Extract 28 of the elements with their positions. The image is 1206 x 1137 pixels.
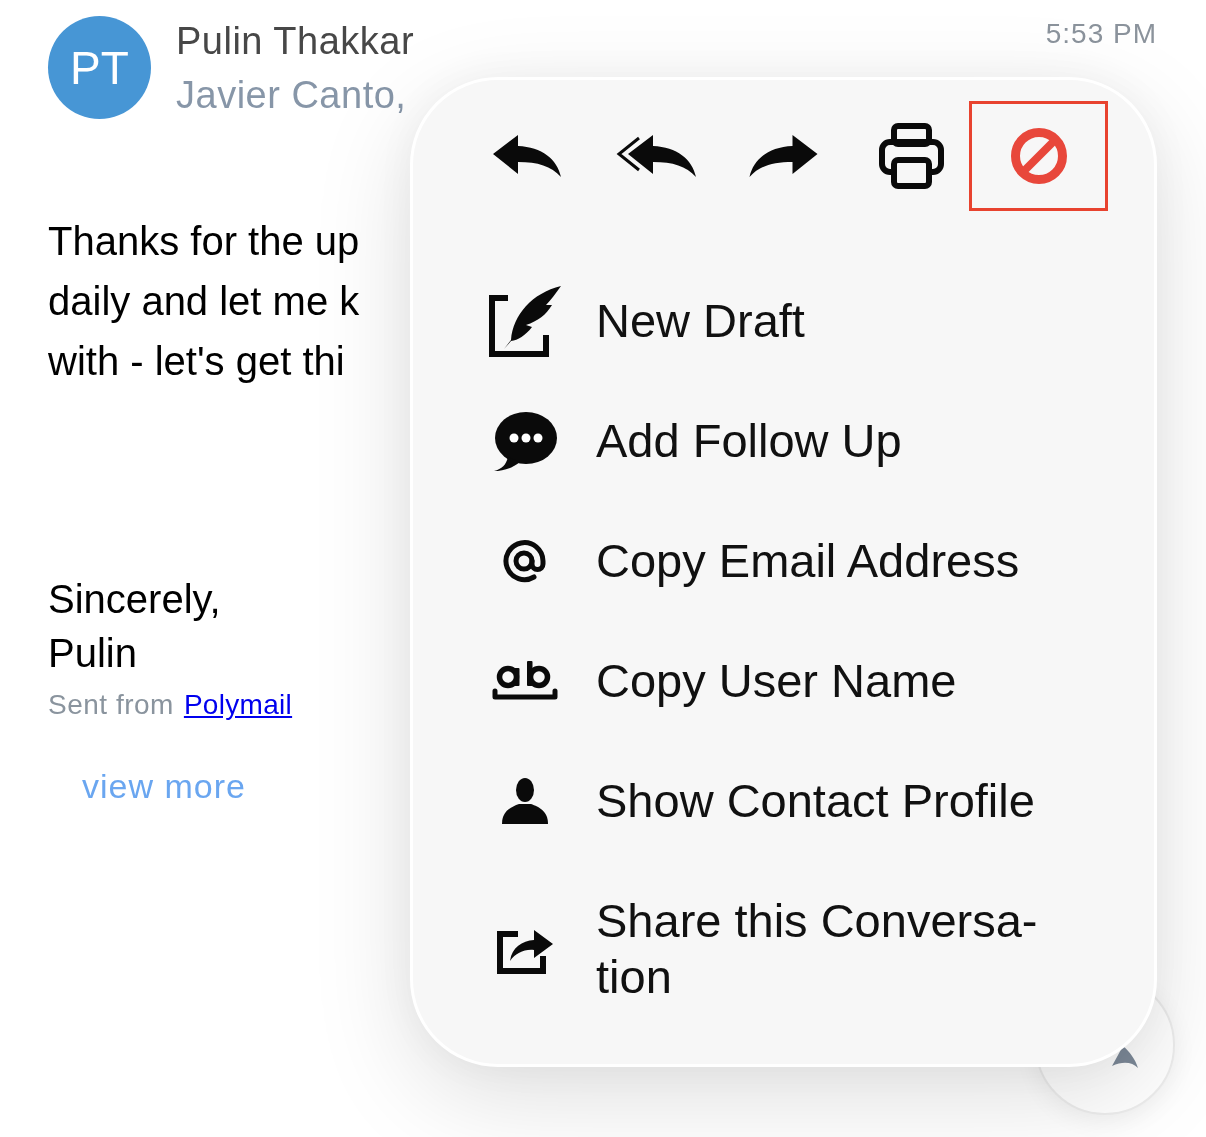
- forward-icon: [748, 135, 818, 177]
- signature-line: Pulin: [48, 630, 137, 677]
- sent-from-label: Sent from: [48, 688, 174, 722]
- avatar: PT: [48, 16, 151, 119]
- polymail-link[interactable]: Polymail: [183, 688, 293, 722]
- reply-icon: [493, 135, 561, 177]
- underlined-letters-icon: [492, 661, 558, 701]
- menu-item[interactable]: Share this Conversa- tion: [488, 861, 1118, 1037]
- prohibited-icon: [1010, 128, 1067, 184]
- block-button[interactable]: [969, 101, 1108, 211]
- chat-bubble-icon: [493, 411, 557, 471]
- body-text-line: with - let's get thi: [48, 338, 345, 385]
- menu-item[interactable]: Show Contact Profile: [488, 741, 1118, 861]
- sender-name: Pulin Thakkar: [176, 19, 415, 64]
- body-text-line: Thanks for the up: [48, 218, 360, 265]
- printer-icon: [878, 123, 944, 189]
- message-time: 5:53 PM: [1045, 17, 1157, 51]
- menu-item[interactable]: New Draft: [488, 261, 1118, 381]
- quill-in-box-icon: [488, 285, 562, 357]
- at-sign-icon: [503, 539, 547, 583]
- recipients-text: Javier Canto,: [176, 73, 407, 118]
- person-icon: [502, 778, 548, 824]
- body-text-line: daily and let me k: [48, 278, 360, 325]
- signature-line: Sincerely,: [48, 576, 221, 623]
- menu-item[interactable]: Copy User Name: [488, 621, 1118, 741]
- menu-item[interactable]: Copy Email Address: [488, 501, 1118, 621]
- reply-all-icon: [614, 135, 696, 177]
- menu-item[interactable]: Add Follow Up: [488, 381, 1118, 501]
